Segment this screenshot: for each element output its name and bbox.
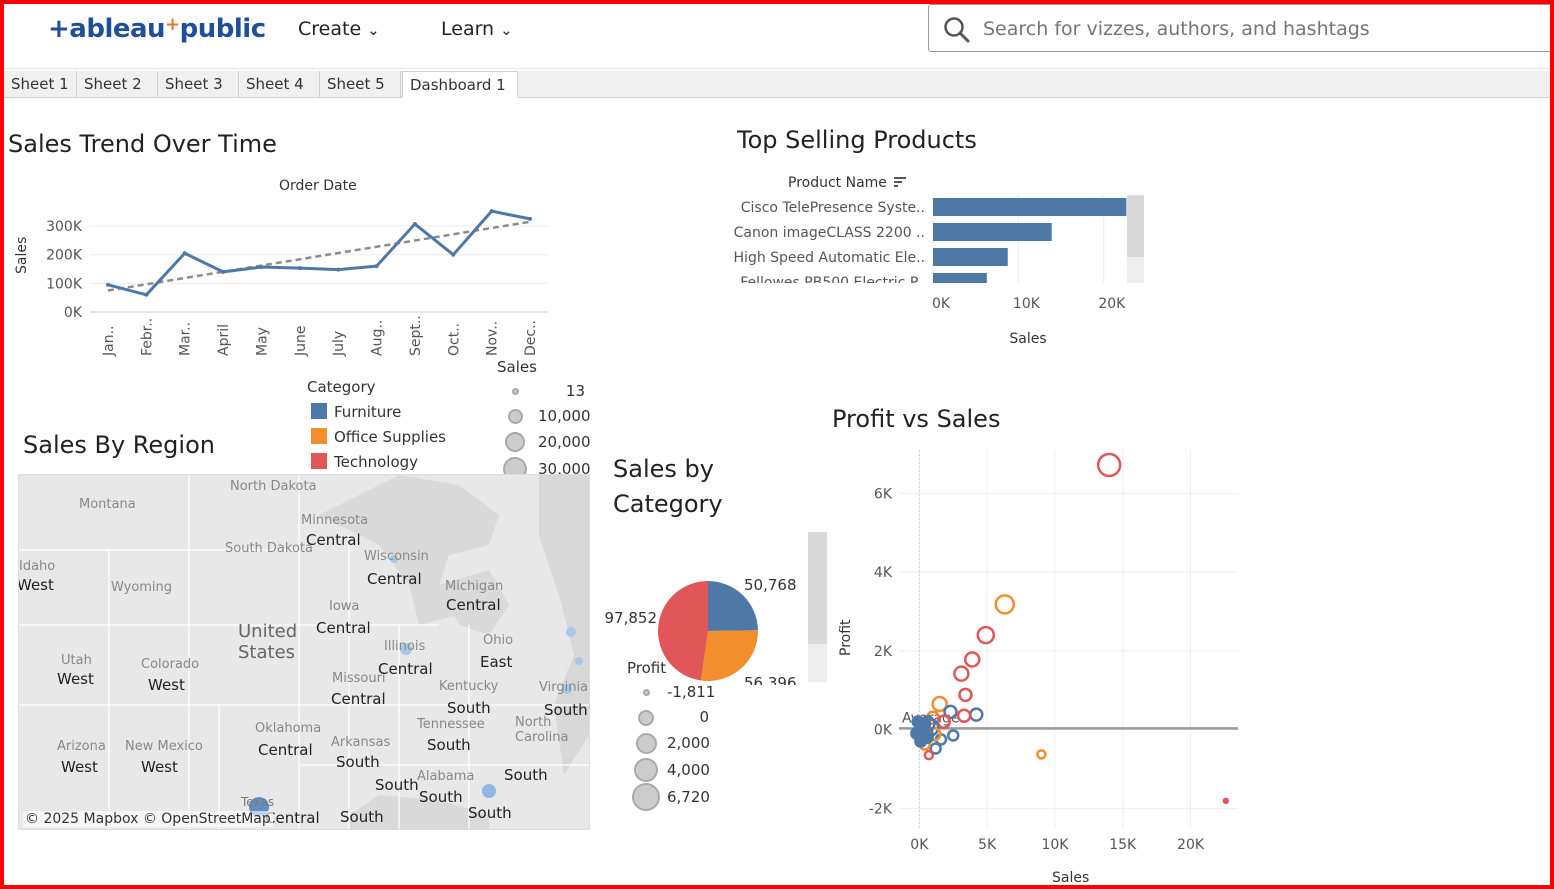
scatter-point[interactable] <box>920 730 934 744</box>
profit-sales-scatter[interactable]: 6K4K2K0K-2K0K 5K 10K 15K 20KAverage <box>0 0 1250 860</box>
sales-x-axis-title: Sales <box>1052 870 1090 886</box>
scatter-point[interactable] <box>969 707 984 722</box>
x-tick-label: 15K <box>1109 837 1137 853</box>
scatter-point[interactable] <box>963 651 981 668</box>
scatter-point[interactable] <box>956 708 972 724</box>
y-tick-label: 6K <box>874 486 893 502</box>
x-tick-label: 20K <box>1177 837 1205 853</box>
scatter-point[interactable] <box>976 625 996 645</box>
scatter-point[interactable] <box>1096 452 1122 478</box>
scatter-point[interactable] <box>923 749 935 761</box>
x-tick-label: 0K <box>910 837 929 853</box>
scatter-point[interactable] <box>911 715 925 729</box>
scatter-point[interactable] <box>1036 749 1047 760</box>
y-tick-label: 0K <box>874 723 893 739</box>
scatter-point[interactable] <box>958 687 973 703</box>
x-tick-label: 10K <box>1041 837 1069 853</box>
scatter-point[interactable] <box>946 729 960 742</box>
y-tick-label: 4K <box>874 565 893 581</box>
scatter-point[interactable] <box>994 594 1016 615</box>
x-tick-label: 5K <box>978 837 997 853</box>
scatter-point[interactable] <box>1222 797 1230 805</box>
y-tick-label: 2K <box>874 644 893 660</box>
y-tick-label: -2K <box>869 801 893 817</box>
scatter-point[interactable] <box>953 665 970 682</box>
